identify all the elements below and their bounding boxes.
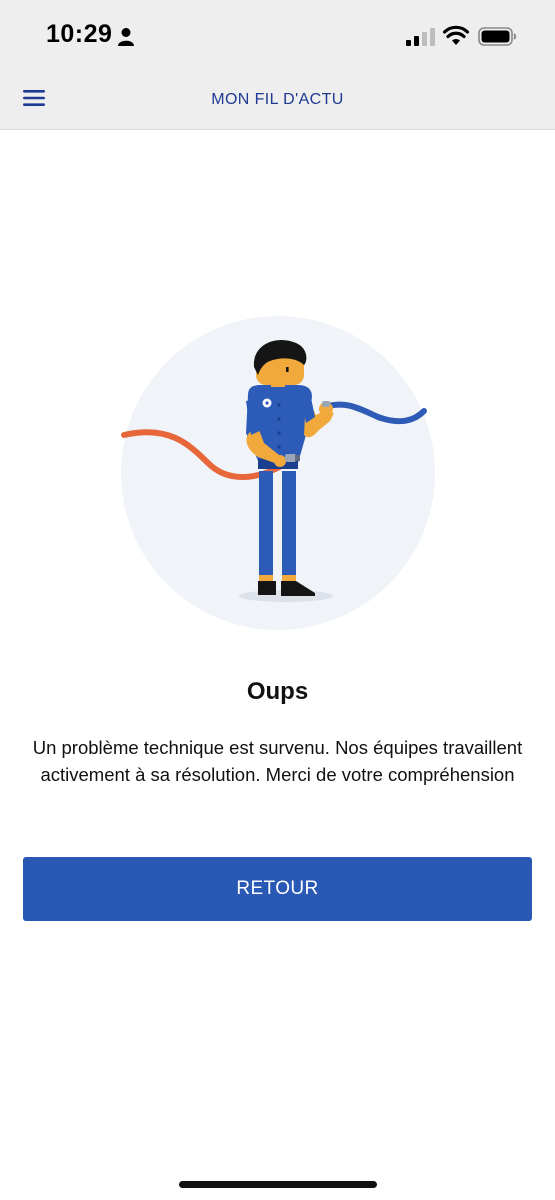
error-message: Un problème technique est survenu. Nos é… [32,737,523,785]
status-time: 10:29 [46,20,113,48]
battery-icon [478,27,517,46]
error-illustration [121,316,435,630]
home-indicator[interactable] [179,1181,377,1188]
person-icon [118,28,134,46]
error-title: Oups [246,678,309,705]
app-header: MON FIL D'ACTU [0,70,555,130]
page-title: MON FIL D'ACTU [211,91,344,108]
back-button[interactable]: RETOUR [23,857,532,921]
cellular-signal-icon [406,28,435,46]
status-bar: 10:29 [0,0,555,70]
wifi-icon [443,25,469,45]
